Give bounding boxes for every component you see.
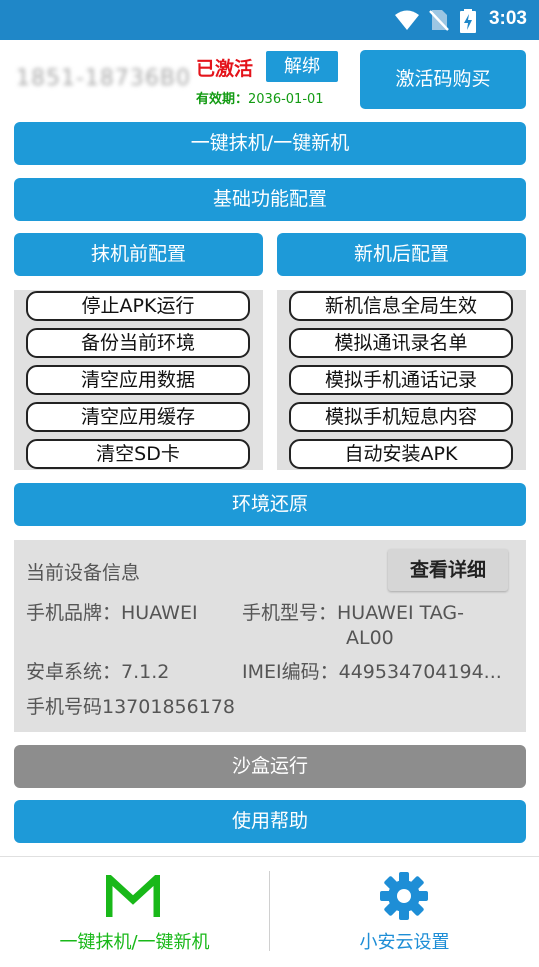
validity-date: 2036-01-01 bbox=[248, 92, 324, 107]
wifi-icon bbox=[395, 10, 419, 30]
pre-wipe-config-button[interactable]: 抹机前配置 bbox=[14, 233, 263, 276]
no-sim-icon bbox=[429, 10, 449, 31]
sandbox-run-button[interactable]: 沙盒运行 bbox=[14, 745, 526, 788]
phone-number: 手机号码13701856178 bbox=[26, 696, 235, 718]
option-backup-env[interactable]: 备份当前环境 bbox=[26, 328, 250, 358]
android-version: 安卓系统：7.1.2 bbox=[26, 661, 170, 683]
m-logo-icon bbox=[106, 875, 160, 917]
buy-activation-code-button[interactable]: 激活码购买 bbox=[360, 50, 526, 109]
restore-environment-button[interactable]: 环境还原 bbox=[14, 483, 526, 526]
device-info-panel: 当前设备信息 查看详细 手机品牌：HUAWEI 手机型号：HUAWEI TAG-… bbox=[14, 540, 526, 732]
option-clear-app-cache[interactable]: 清空应用缓存 bbox=[26, 402, 250, 432]
nav-one-click[interactable]: 一键抹机/一键新机 bbox=[0, 857, 269, 967]
option-global-new-device-info[interactable]: 新机信息全局生效 bbox=[289, 291, 513, 321]
bottom-navigation: 一键抹机/一键新机 小安云设置 bbox=[0, 856, 539, 967]
activation-status: 已激活 bbox=[196, 58, 254, 80]
option-stop-apk[interactable]: 停止APK运行 bbox=[26, 291, 250, 321]
validity-label: 有效期： bbox=[196, 92, 249, 107]
option-clear-sd-card[interactable]: 清空SD卡 bbox=[26, 439, 250, 469]
option-simulate-sms[interactable]: 模拟手机短息内容 bbox=[289, 402, 513, 432]
imei-code: IMEI编码：449534704194... bbox=[242, 661, 502, 683]
phone-brand: 手机品牌：HUAWEI bbox=[26, 602, 198, 624]
validity-info: 有效期：2036-01-01 bbox=[196, 88, 324, 107]
one-click-wipe-button[interactable]: 一键抹机/一键新机 bbox=[14, 122, 526, 165]
battery-charging-icon bbox=[460, 9, 476, 33]
unbind-button[interactable]: 解绑 bbox=[266, 51, 338, 82]
status-bar: 3:03 bbox=[0, 0, 539, 40]
option-clear-app-data[interactable]: 清空应用数据 bbox=[26, 365, 250, 395]
nav-settings[interactable]: 小安云设置 bbox=[270, 857, 539, 967]
phone-model-line2: AL00 bbox=[346, 627, 394, 649]
option-simulate-contacts[interactable]: 模拟通讯录名单 bbox=[289, 328, 513, 358]
option-simulate-call-log[interactable]: 模拟手机通话记录 bbox=[289, 365, 513, 395]
view-details-button[interactable]: 查看详细 bbox=[388, 549, 508, 591]
account-number: 1851-18736B0 bbox=[16, 66, 192, 91]
device-info-title: 当前设备信息 bbox=[26, 562, 141, 584]
gear-icon bbox=[380, 872, 428, 920]
option-auto-install-apk[interactable]: 自动安装APK bbox=[289, 439, 513, 469]
clock-time: 3:03 bbox=[488, 8, 527, 29]
post-new-options-panel: 新机信息全局生效 模拟通讯录名单 模拟手机通话记录 模拟手机短息内容 自动安装A… bbox=[277, 290, 526, 470]
nav-one-click-label: 一键抹机/一键新机 bbox=[59, 932, 210, 953]
phone-model-line1: 手机型号：HUAWEI TAG- bbox=[242, 602, 464, 624]
pre-wipe-options-panel: 停止APK运行 备份当前环境 清空应用数据 清空应用缓存 清空SD卡 bbox=[14, 290, 263, 470]
basic-config-button[interactable]: 基础功能配置 bbox=[14, 178, 526, 221]
help-button[interactable]: 使用帮助 bbox=[14, 800, 526, 843]
nav-settings-label: 小安云设置 bbox=[359, 932, 450, 953]
post-new-config-button[interactable]: 新机后配置 bbox=[277, 233, 526, 276]
